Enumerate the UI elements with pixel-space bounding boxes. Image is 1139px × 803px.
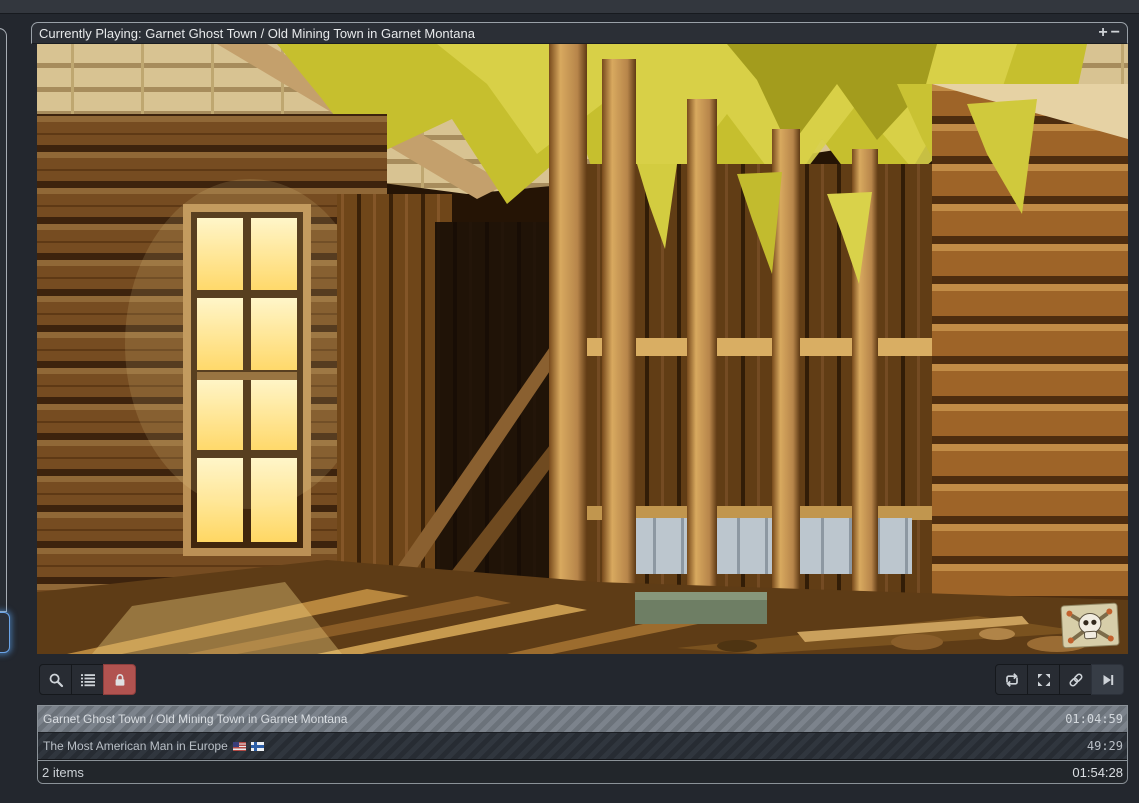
search-button[interactable] [39,664,72,695]
background-window-panel [0,28,7,612]
link-button[interactable] [1059,664,1092,695]
skip-end-icon [1100,672,1116,688]
playlist-item-title: Garnet Ghost Town / Old Mining Town in G… [38,712,347,726]
zoom-in-icon[interactable]: + [1098,26,1107,40]
focused-button-partial[interactable] [0,612,10,653]
playlist-panel: Garnet Ghost Town / Old Mining Town in G… [37,705,1128,784]
playlist-item-duration: 49:29 [1087,739,1127,753]
search-icon [48,672,64,688]
playlist-item[interactable]: The Most American Man in Europe 49:29 [38,733,1127,760]
finland-flag-icon [251,742,264,751]
desktop-top-bar [0,0,1139,14]
list-icon [80,672,96,688]
us-flag-icon [233,742,246,751]
fullscreen-button[interactable] [1027,664,1060,695]
video-frame[interactable] [37,44,1128,654]
lock-icon [112,672,128,688]
link-icon [1068,672,1084,688]
playlist-item-duration: 01:04:59 [1065,712,1127,726]
toolbar-right-group [995,664,1124,695]
total-duration-label: 01:54:28 [1072,765,1127,780]
playlist-item-title: The Most American Man in Europe [38,739,264,753]
skip-to-end-button[interactable] [1091,664,1124,695]
toolbar-left-group [39,664,136,695]
fullscreen-icon [1036,672,1052,688]
playlist-list-button[interactable] [71,664,104,695]
lock-button[interactable] [103,664,136,695]
titlebar-controls: + − [1098,26,1127,40]
player-window: Currently Playing: Garnet Ghost Town / O… [31,22,1128,654]
currently-playing-title: Currently Playing: Garnet Ghost Town / O… [32,26,475,41]
channel-watermark-skull [1061,603,1119,648]
repeat-icon [1004,672,1020,688]
playlist-item-current[interactable]: Garnet Ghost Town / Old Mining Town in G… [38,706,1127,733]
item-count-label: 2 items [38,765,84,780]
repeat-button[interactable] [995,664,1028,695]
player-titlebar: Currently Playing: Garnet Ghost Town / O… [31,22,1128,44]
playlist-status-bar: 2 items 01:54:28 [38,760,1127,783]
zoom-out-icon[interactable]: − [1111,26,1120,40]
video-still-cabin-interior [37,44,1128,654]
